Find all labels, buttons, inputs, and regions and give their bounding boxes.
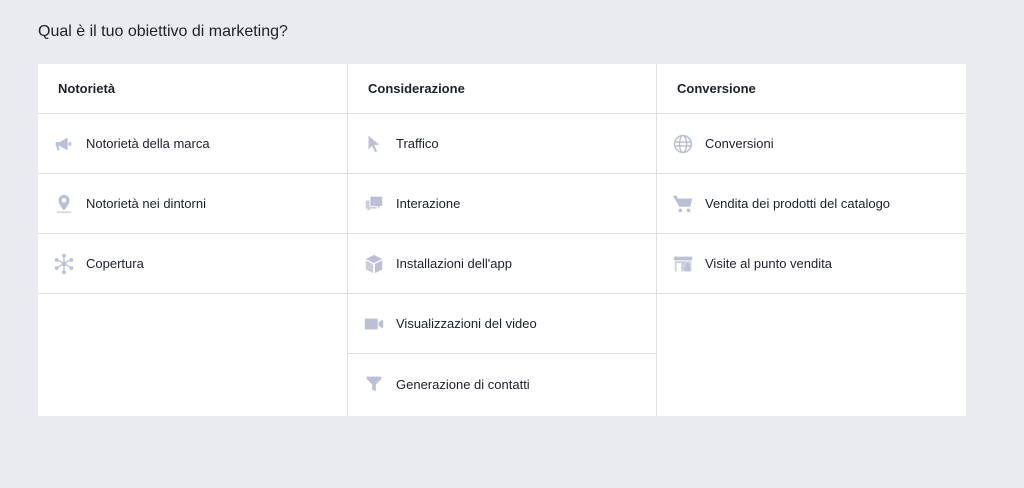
objective-label: Notorietà della marca	[86, 136, 210, 151]
objective-label: Visualizzazioni del video	[396, 316, 537, 331]
objective-label: Interazione	[396, 196, 461, 211]
objective-label: Visite al punto vendita	[705, 256, 832, 271]
objective-local-awareness[interactable]: Notorietà nei dintorni	[38, 174, 347, 234]
objective-label: Conversioni	[705, 136, 774, 151]
column-awareness: Notorietà Notorietà della marca Notoriet…	[38, 64, 347, 416]
objective-catalog-sales[interactable]: Vendita dei prodotti del catalogo	[657, 174, 966, 234]
objective-label: Generazione di contatti	[396, 376, 530, 392]
objective-lead-generation[interactable]: Generazione di contatti	[348, 354, 656, 414]
cursor-icon	[362, 132, 386, 156]
globe-icon	[671, 132, 695, 156]
box-icon	[362, 252, 386, 276]
objectives-grid: Notorietà Notorietà della marca Notoriet…	[38, 64, 966, 416]
video-camera-icon	[362, 312, 386, 336]
chat-bubbles-icon	[362, 192, 386, 216]
objective-label: Notorietà nei dintorni	[86, 196, 206, 211]
shopping-cart-icon	[671, 192, 695, 216]
storefront-icon	[671, 252, 695, 276]
objective-label: Installazioni dell'app	[396, 256, 512, 271]
objective-label: Traffico	[396, 136, 439, 151]
objective-video-views[interactable]: Visualizzazioni del video	[348, 294, 656, 354]
column-conversion: Conversione Conversioni Vendita dei prod…	[656, 64, 966, 416]
objective-traffic[interactable]: Traffico	[348, 114, 656, 174]
location-pin-icon	[52, 192, 76, 216]
page-title: Qual è il tuo obiettivo di marketing?	[38, 23, 288, 40]
objective-store-visits[interactable]: Visite al punto vendita	[657, 234, 966, 294]
column-consideration: Considerazione Traffico Interazione Inst…	[347, 64, 656, 416]
column-header-consideration: Considerazione	[348, 64, 656, 114]
objective-label: Vendita dei prodotti del catalogo	[705, 196, 891, 211]
objective-app-installs[interactable]: Installazioni dell'app	[348, 234, 656, 294]
objective-brand-awareness[interactable]: Notorietà della marca	[38, 114, 347, 174]
reach-burst-icon	[52, 252, 76, 276]
column-header-conversion: Conversione	[657, 64, 966, 114]
objective-engagement[interactable]: Interazione	[348, 174, 656, 234]
objective-conversions[interactable]: Conversioni	[657, 114, 966, 174]
megaphone-icon	[52, 132, 76, 156]
objective-reach[interactable]: Copertura	[38, 234, 347, 294]
objective-label: Copertura	[86, 256, 144, 271]
funnel-icon	[362, 372, 386, 396]
column-header-awareness: Notorietà	[38, 64, 347, 114]
